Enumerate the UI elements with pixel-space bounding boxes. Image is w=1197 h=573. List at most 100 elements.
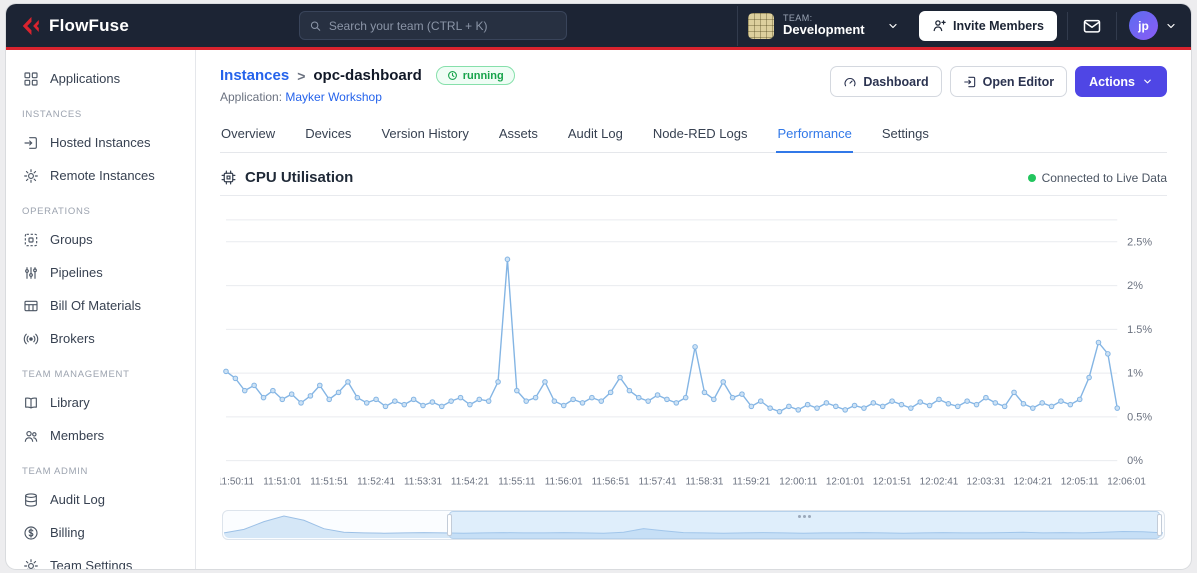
svg-text:11:51:51: 11:51:51 xyxy=(310,477,348,488)
sidebar-section-team-management: Team Management xyxy=(22,369,130,380)
team-search[interactable] xyxy=(299,11,567,40)
sidebar-section-team-admin: Team Admin xyxy=(22,466,89,477)
sidebar-item-applications[interactable]: Applications xyxy=(6,62,195,95)
navigator-grip[interactable] xyxy=(797,515,801,519)
sidebar-item-audit-log[interactable]: Audit Log xyxy=(6,483,195,516)
sidebar-item-library[interactable]: Library xyxy=(6,386,195,419)
sidebar-item-pipelines[interactable]: Pipelines xyxy=(6,256,195,289)
actions-button[interactable]: Actions xyxy=(1075,66,1167,97)
sidebar-item-billing[interactable]: Billing xyxy=(6,516,195,549)
sidebar-item-groups[interactable]: Groups xyxy=(6,223,195,256)
chevron-down-icon xyxy=(889,23,897,28)
cpu-chip-icon xyxy=(221,170,236,185)
svg-text:1.5%: 1.5% xyxy=(1127,324,1152,336)
live-status-dot xyxy=(1027,173,1036,182)
svg-text:0%: 0% xyxy=(1127,455,1143,467)
gear-icon xyxy=(22,168,40,184)
navigator-left-handle[interactable] xyxy=(446,514,452,537)
sidebar-item-label: Billing xyxy=(50,525,85,540)
sidebar: Applications Instances Hosted Instances … xyxy=(6,50,196,569)
sidebar-item-label: Library xyxy=(50,395,90,410)
book-icon xyxy=(22,395,40,411)
team-logo xyxy=(748,12,774,39)
chart-range-navigator[interactable] xyxy=(222,510,1165,541)
sidebar-item-label: Audit Log xyxy=(50,492,105,507)
svg-text:2%: 2% xyxy=(1127,280,1143,292)
svg-text:12:05:11: 12:05:11 xyxy=(1061,477,1099,488)
people-icon xyxy=(22,428,40,444)
search-icon xyxy=(310,20,321,31)
svg-text:2.5%: 2.5% xyxy=(1127,236,1152,248)
team-name: Development xyxy=(783,22,865,38)
svg-text:11:55:11: 11:55:11 xyxy=(498,477,536,488)
svg-text:1%: 1% xyxy=(1127,368,1143,380)
svg-text:11:59:21: 11:59:21 xyxy=(732,477,770,488)
chevron-down-icon xyxy=(1167,23,1175,28)
brand-name: FlowFuse xyxy=(49,15,129,35)
tab-assets[interactable]: Assets xyxy=(498,120,539,152)
tab-version-history[interactable]: Version History xyxy=(380,120,469,152)
sidebar-item-label: Hosted Instances xyxy=(50,135,151,150)
groups-icon xyxy=(22,232,40,248)
sidebar-section-operations: Operations xyxy=(22,206,91,217)
navigator-right-handle[interactable] xyxy=(1157,514,1163,537)
tab-overview[interactable]: Overview xyxy=(220,120,276,152)
main-content: Instances > opc-dashboard running Applic… xyxy=(196,50,1191,569)
sidebar-item-brokers[interactable]: Brokers xyxy=(6,322,195,355)
tab-node-red-logs[interactable]: Node-RED Logs xyxy=(652,120,749,152)
instance-tabs: Overview Devices Version History Assets … xyxy=(220,120,1167,153)
navigator-selection-window[interactable] xyxy=(446,511,1163,540)
instance-name: opc-dashboard xyxy=(313,67,422,84)
status-badge: running xyxy=(435,66,515,85)
flowfuse-logo[interactable]: FlowFuse xyxy=(20,15,129,37)
svg-text:11:57:41: 11:57:41 xyxy=(639,477,677,488)
dollar-circle-icon xyxy=(22,525,40,541)
table-icon xyxy=(22,298,40,314)
svg-text:12:03:31: 12:03:31 xyxy=(967,477,1006,488)
avatar: jp xyxy=(1129,11,1159,40)
pipelines-icon xyxy=(22,265,40,281)
svg-text:12:06:01: 12:06:01 xyxy=(1107,477,1146,488)
open-editor-icon xyxy=(963,76,975,87)
sidebar-item-team-settings[interactable]: Team Settings xyxy=(6,549,195,569)
gauge-icon xyxy=(844,77,856,86)
svg-text:11:56:51: 11:56:51 xyxy=(592,477,630,488)
top-navbar: FlowFuse TEAM: Development Invite Member… xyxy=(6,4,1191,50)
breadcrumb-instances-link[interactable]: Instances xyxy=(220,67,289,84)
svg-text:11:50:11: 11:50:11 xyxy=(220,477,254,488)
sidebar-item-hosted-instances[interactable]: Hosted Instances xyxy=(6,126,195,159)
sidebar-item-members[interactable]: Members xyxy=(6,419,195,452)
sidebar-item-label: Groups xyxy=(50,232,93,247)
svg-text:12:01:01: 12:01:01 xyxy=(826,477,865,488)
sidebar-item-label: Pipelines xyxy=(50,265,103,280)
section-title: CPU Utilisation xyxy=(220,169,353,186)
sidebar-item-label: Applications xyxy=(50,71,121,86)
sidebar-item-label: Team Settings xyxy=(50,558,133,569)
tab-performance[interactable]: Performance xyxy=(776,120,853,153)
tab-devices[interactable]: Devices xyxy=(304,120,352,152)
svg-text:12:01:51: 12:01:51 xyxy=(873,477,912,488)
svg-text:12:04:21: 12:04:21 xyxy=(1013,477,1052,488)
broadcast-icon xyxy=(22,331,40,347)
open-editor-button[interactable]: Open Editor xyxy=(949,66,1068,97)
sidebar-item-remote-instances[interactable]: Remote Instances xyxy=(6,159,195,192)
svg-text:11:54:21: 11:54:21 xyxy=(451,477,489,488)
svg-text:11:51:01: 11:51:01 xyxy=(263,477,301,488)
dashboard-button[interactable]: Dashboard xyxy=(830,66,942,97)
user-menu[interactable]: jp xyxy=(1127,11,1177,40)
team-selector[interactable]: TEAM: Development xyxy=(737,5,909,46)
cpu-utilisation-chart: 0% 0.5% 1% 1.5% 2% 2.5% 11:50:11 11:51:01 11:51:… xyxy=(220,206,1167,496)
sidebar-section-instances: Instances xyxy=(22,109,82,120)
search-input[interactable] xyxy=(328,18,557,33)
sidebar-item-label: Brokers xyxy=(50,331,95,346)
tab-settings[interactable]: Settings xyxy=(881,120,930,152)
notifications-button[interactable] xyxy=(1067,11,1118,40)
invite-members-button[interactable]: Invite Members xyxy=(919,10,1058,41)
tab-audit-log[interactable]: Audit Log xyxy=(567,120,624,152)
database-icon xyxy=(22,492,40,508)
live-data-status: Connected to Live Data xyxy=(1027,171,1167,185)
svg-text:12:02:41: 12:02:41 xyxy=(920,477,959,488)
sidebar-item-bill-of-materials[interactable]: Bill Of Materials xyxy=(6,289,195,322)
application-link[interactable]: Mayker Workshop xyxy=(285,90,381,104)
application-label: Application: xyxy=(220,90,283,104)
